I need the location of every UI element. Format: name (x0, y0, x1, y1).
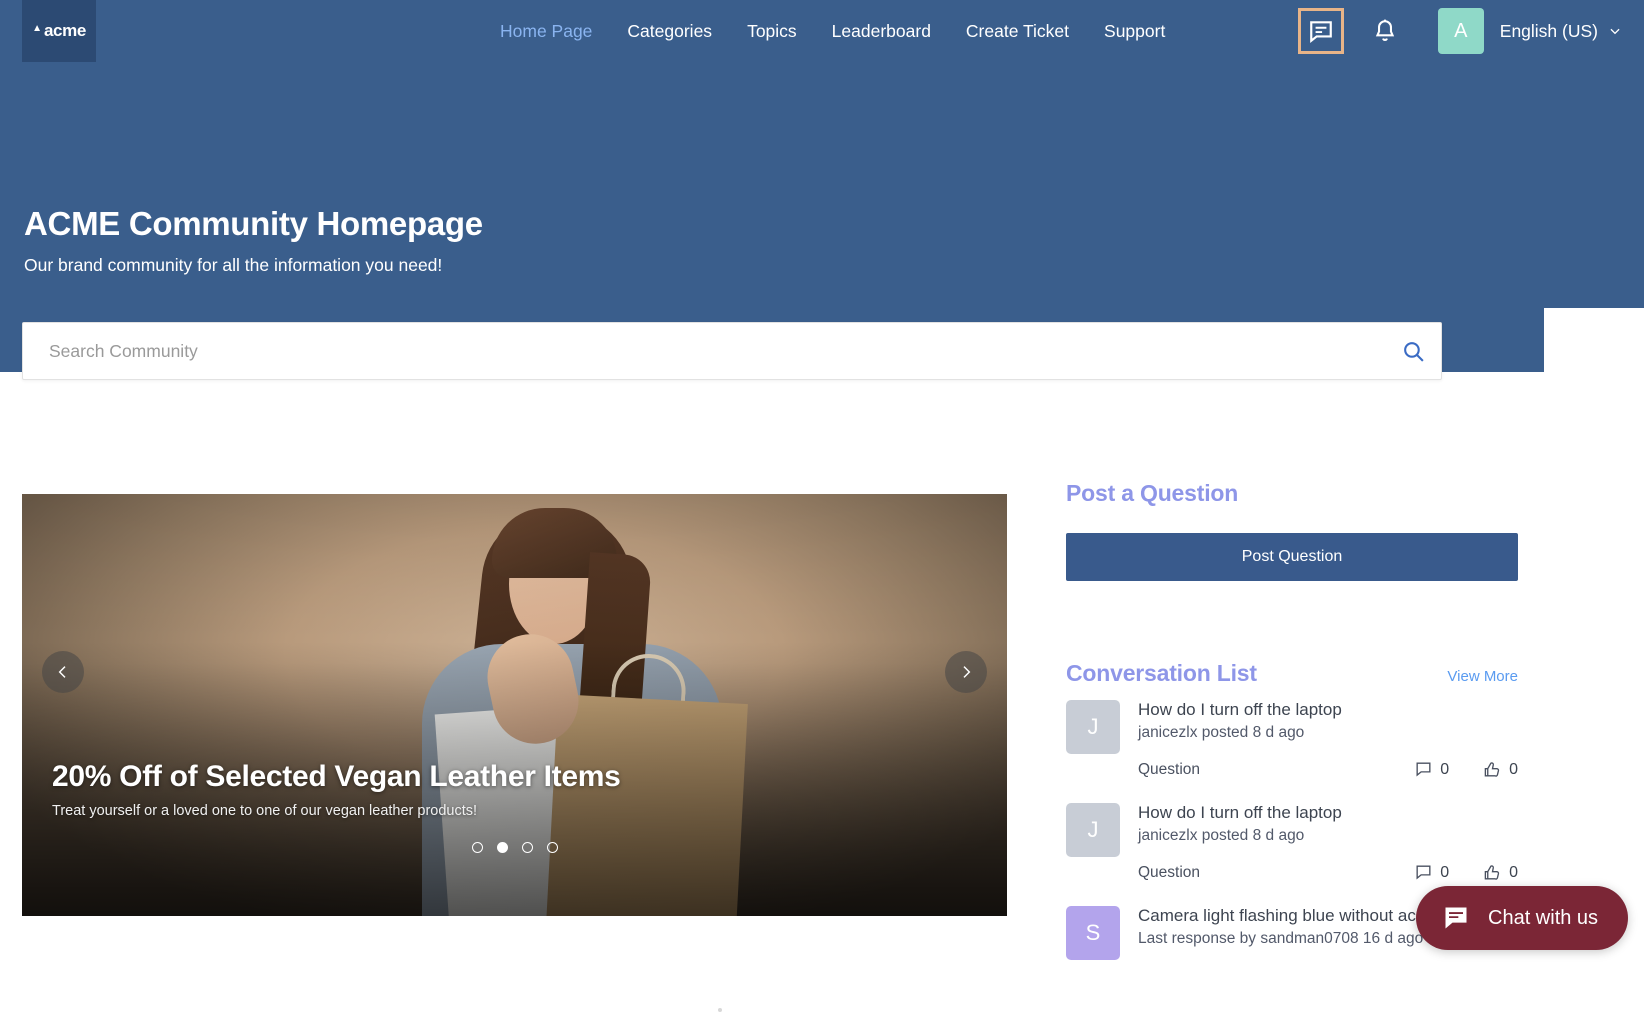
nav-link-home-page[interactable]: Home Page (500, 21, 592, 42)
chat-with-us-button[interactable]: Chat with us (1416, 886, 1629, 950)
like-count: 0 (1483, 863, 1518, 882)
conversation-title[interactable]: How do I turn off the laptop (1138, 700, 1518, 720)
avatar: S (1066, 906, 1120, 960)
conversation-meta: janicezlx posted 8 d ago (1138, 827, 1305, 844)
nav-right-cluster: A English (US) (1276, 0, 1632, 62)
comment-count: 0 (1414, 863, 1449, 882)
carousel-dots (22, 842, 1007, 853)
language-selector[interactable]: English (US) (1500, 21, 1622, 42)
language-label: English (US) (1499, 20, 1598, 41)
bell-icon[interactable] (1362, 8, 1408, 54)
conversation-stats: Question 0 0 (1138, 863, 1518, 882)
comment-count: 0 (1414, 760, 1449, 779)
conversation-list-heading: Conversation List (1066, 660, 1257, 686)
carousel-dot-1[interactable] (471, 842, 483, 853)
promo-carousel[interactable]: 20% Off of Selected Vegan Leather Items … (22, 494, 1007, 916)
carousel-dot-3[interactable] (521, 842, 533, 853)
avatar: J (1066, 700, 1120, 754)
nav-link-topics[interactable]: Topics (747, 21, 797, 42)
list-item[interactable]: J How do I turn off the laptop janicezlx… (1066, 700, 1518, 803)
thumbs-up-icon (1484, 762, 1500, 777)
carousel-slide-title: 20% Off of Selected Vegan Leather Items (52, 760, 621, 793)
search-input[interactable] (23, 340, 1385, 362)
top-navigation-bar: ▲ acme Home Page Categories Topics Leade… (0, 0, 1644, 62)
conversation-title[interactable]: How do I turn off the laptop (1138, 803, 1518, 823)
chat-with-us-label: Chat with us (1488, 906, 1599, 929)
hero-right-notch (1544, 308, 1644, 372)
comment-count-value: 0 (1440, 863, 1450, 881)
conversation-type-badge: Question (1138, 760, 1201, 778)
chevron-down-icon (1610, 28, 1620, 35)
comment-count-value: 0 (1440, 760, 1450, 778)
carousel-next-button[interactable] (945, 651, 987, 693)
nav-link-leaderboard[interactable]: Leaderboard (832, 21, 931, 42)
carousel-slide-subtitle: Treat yourself or a loved one to one of … (52, 803, 478, 819)
carousel-dot-4[interactable] (546, 842, 558, 853)
messages-icon[interactable] (1297, 8, 1344, 54)
logo-triangle-icon: ▲ (32, 22, 42, 34)
nav-links: Home Page Categories Topics Leaderboard … (500, 0, 1165, 62)
comment-icon (1416, 865, 1431, 880)
conversation-type-badge: Question (1138, 863, 1201, 881)
post-question-button[interactable]: Post Question (1066, 533, 1518, 581)
search-bar[interactable] (22, 322, 1442, 380)
avatar[interactable]: A (1437, 8, 1484, 54)
avatar: J (1066, 803, 1120, 857)
post-question-panel: Post a Question Post Question (1066, 480, 1518, 581)
conversation-stats: Question 0 0 (1138, 760, 1518, 779)
conversation-list-header: Conversation List View More (1066, 660, 1518, 687)
like-count-value: 0 (1509, 760, 1518, 778)
nav-link-support[interactable]: Support (1104, 21, 1165, 42)
page-root: ▲ acme Home Page Categories Topics Leade… (0, 0, 1644, 1022)
like-count: 0 (1483, 760, 1518, 779)
chat-bubble-icon (1445, 907, 1467, 929)
carousel-prev-button[interactable] (42, 651, 84, 693)
conversation-meta: janicezlx posted 8 d ago (1138, 724, 1305, 741)
like-count-value: 0 (1509, 863, 1518, 881)
page-title: ACME Community Homepage (24, 205, 483, 242)
page-bottom-marker (718, 1008, 722, 1012)
nav-link-create-ticket[interactable]: Create Ticket (966, 21, 1069, 42)
thumbs-up-icon (1484, 865, 1500, 880)
logo-label: acme (44, 21, 86, 40)
page-subtitle: Our brand community for all the informat… (24, 255, 443, 275)
carousel-dot-2[interactable] (496, 842, 508, 853)
view-more-link[interactable]: View More (1447, 668, 1518, 685)
nav-link-categories[interactable]: Categories (627, 21, 712, 42)
post-question-heading: Post a Question (1066, 480, 1239, 506)
comment-icon (1416, 762, 1431, 777)
search-icon[interactable] (1385, 323, 1441, 379)
acme-logo[interactable]: ▲ acme (22, 0, 96, 62)
